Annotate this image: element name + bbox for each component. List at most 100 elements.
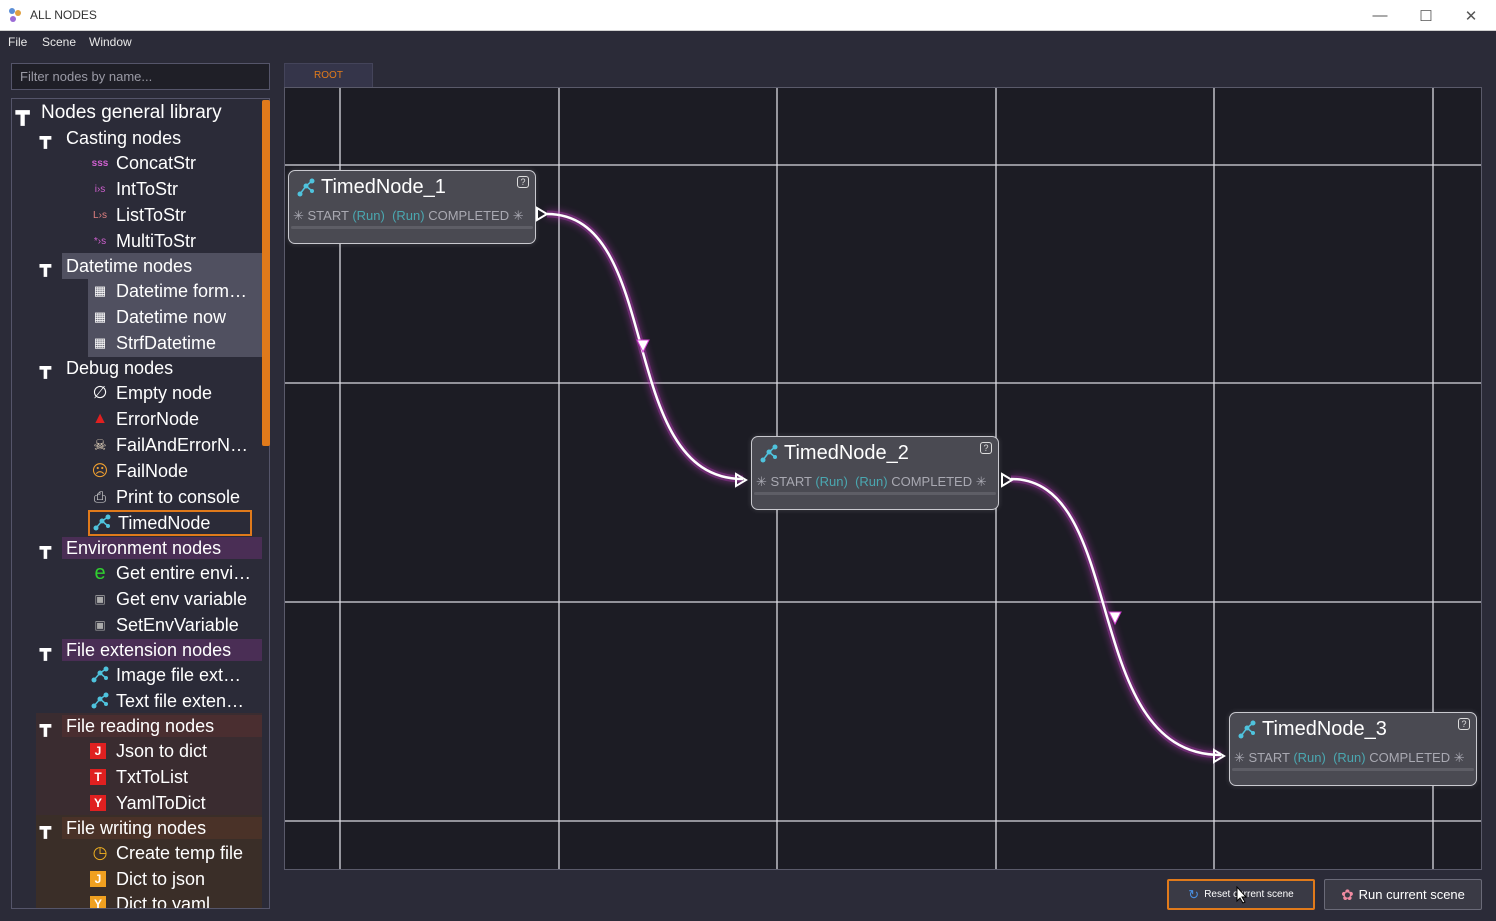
y-icon: Y xyxy=(90,896,106,908)
tree-item-multitostr[interactable]: *›s MultiToStr xyxy=(90,228,196,254)
category-file-writing-nodes[interactable]: ┳ File writing nodes xyxy=(12,815,262,841)
j-icon: J xyxy=(90,871,106,887)
port-completed[interactable]: COMPLETED xyxy=(428,208,509,223)
help-icon[interactable]: ? xyxy=(1458,718,1470,730)
window-title: ALL NODES xyxy=(30,8,97,22)
sss-icon: sss xyxy=(91,157,109,169)
category-label: Datetime nodes xyxy=(66,255,193,276)
item-label: FailNode xyxy=(116,460,189,481)
tree-item-listtostr[interactable]: L›s ListToStr xyxy=(90,202,186,228)
connection-1-to-2[interactable] xyxy=(546,210,744,483)
app-icon xyxy=(9,8,21,22)
input-port-icon[interactable] xyxy=(1212,748,1226,764)
tree-item-yamltodict[interactable]: Y YamlToDict xyxy=(90,790,206,816)
tree-item-dict-to-yaml[interactable]: Y Dict to yaml xyxy=(90,891,210,908)
tree-item-create-temp-file[interactable]: ◷ Create temp file xyxy=(90,840,243,866)
item-label: IntToStr xyxy=(116,178,179,199)
tree-root[interactable]: ┳ Nodes general library xyxy=(12,100,264,126)
tree-branch-icon: ┳ xyxy=(40,639,51,660)
node-graph-icon xyxy=(91,692,109,709)
maximize-button[interactable]: ☐ xyxy=(1403,0,1449,31)
minimize-button[interactable]: — xyxy=(1357,0,1403,31)
sad-face-icon: ☹ xyxy=(91,463,109,480)
port-start[interactable]: START xyxy=(308,208,349,223)
tree-branch-icon: ┳ xyxy=(40,537,51,558)
tree-item-errornode[interactable]: ▲ ErrorNode xyxy=(90,406,199,432)
category-casting-nodes[interactable]: ┳ Casting nodes xyxy=(12,125,262,151)
node-ports: ✳ START (Run) (Run) COMPLETED ✳ xyxy=(1234,750,1465,765)
tree-item-dict-to-json[interactable]: J Dict to json xyxy=(90,866,205,892)
y-icon: Y xyxy=(90,795,106,811)
tree-item-setenvvariable[interactable]: ▣ SetEnvVariable xyxy=(90,612,239,638)
port-start[interactable]: START xyxy=(1249,750,1290,765)
port-completed[interactable]: COMPLETED xyxy=(1369,750,1450,765)
printer-icon: ⎙ xyxy=(93,488,106,506)
tree-item-image-file-extension[interactable]: Image file ext… xyxy=(90,662,241,688)
tree-item-print-to-console[interactable]: ⎙ Print to console xyxy=(90,484,240,510)
tree-item-concatstr[interactable]: sss ConcatStr xyxy=(90,150,196,176)
category-label: File reading nodes xyxy=(66,715,215,736)
menu-scene[interactable]: Scene xyxy=(42,35,76,49)
run-scene-button[interactable]: ✿ Run current scene xyxy=(1324,879,1482,910)
category-environment-nodes[interactable]: ┳ Environment nodes xyxy=(12,535,262,561)
tree-item-txttolist[interactable]: T TxtToList xyxy=(90,764,188,790)
connection-2-to-3[interactable] xyxy=(1010,475,1222,759)
help-icon[interactable]: ? xyxy=(517,176,529,188)
node-filter-input[interactable] xyxy=(11,63,270,90)
node-ports: ✳ START (Run) (Run) COMPLETED ✳ xyxy=(293,208,524,223)
tree-item-get-entire-environment[interactable]: e Get entire envi… xyxy=(90,560,251,586)
scene-canvas[interactable]: TimedNode_1 ? ✳ START (Run) (Run) COMPLE… xyxy=(284,87,1482,870)
scene-node-timednode-2[interactable]: TimedNode_2 ? ✳ START (Run) (Run) COMPLE… xyxy=(735,436,1014,510)
tree-item-timednode[interactable]: TimedNode xyxy=(88,510,252,536)
tree-branch-icon: ┳ xyxy=(40,357,51,378)
port-run-in: (Run) xyxy=(352,208,385,223)
output-port-icon[interactable] xyxy=(535,206,549,222)
scene-node-timednode-3[interactable]: TimedNode_3 ? ✳ START (Run) (Run) COMPLE… xyxy=(1213,712,1477,786)
scene-node-timednode-1[interactable]: TimedNode_1 ? ✳ START (Run) (Run) COMPLE… xyxy=(288,170,549,244)
tree-item-get-env-variable[interactable]: ▣ Get env variable xyxy=(90,586,247,612)
item-label: Datetime form… xyxy=(116,280,248,301)
node-divider xyxy=(291,226,533,229)
tree-item-datetime-format[interactable]: ▦ Datetime form… xyxy=(90,278,247,304)
node-graph-icon xyxy=(760,444,778,463)
t-icon: T xyxy=(90,769,106,785)
port-start[interactable]: START xyxy=(771,474,812,489)
calendar-icon: ▦ xyxy=(93,335,107,350)
node-ports: ✳ START (Run) (Run) COMPLETED ✳ xyxy=(756,474,987,489)
help-icon[interactable]: ? xyxy=(980,442,992,454)
port-run-out: (Run) xyxy=(855,474,888,489)
item-label: SetEnvVariable xyxy=(116,614,239,635)
tree-item-empty-node[interactable]: ∅ Empty node xyxy=(90,380,212,406)
tab-root[interactable]: ROOT xyxy=(284,63,373,87)
tree-item-datetime-now[interactable]: ▦ Datetime now xyxy=(90,304,226,330)
output-port-icon[interactable] xyxy=(1000,472,1014,488)
brain-icon: ✿ xyxy=(1341,886,1354,904)
menu-window[interactable]: Window xyxy=(89,35,132,49)
tree-item-strfdatetime[interactable]: ▦ StrfDatetime xyxy=(90,330,216,356)
item-label: ErrorNode xyxy=(116,408,200,429)
close-button[interactable]: ✕ xyxy=(1448,0,1494,31)
item-label: Datetime now xyxy=(116,306,227,327)
tree-scrollbar[interactable] xyxy=(262,100,270,446)
node-graph-icon xyxy=(297,178,315,197)
port-run-in: (Run) xyxy=(1293,750,1326,765)
item-label: Json to dict xyxy=(116,740,208,761)
calendar-icon: ▦ xyxy=(93,283,107,298)
warning-icon: ▲ xyxy=(92,410,108,427)
category-datetime-nodes[interactable]: ┳ Datetime nodes xyxy=(12,253,262,279)
menu-file[interactable]: File xyxy=(8,35,27,49)
tree-branch-icon: ┳ xyxy=(40,817,51,838)
input-port-icon[interactable] xyxy=(734,472,748,488)
empty-set-icon: ∅ xyxy=(92,383,108,402)
category-label: Debug nodes xyxy=(66,357,174,378)
tree-root-label: Nodes general library xyxy=(41,102,222,123)
port-completed[interactable]: COMPLETED xyxy=(891,474,972,489)
category-file-reading-nodes[interactable]: ┳ File reading nodes xyxy=(12,713,262,739)
category-file-extension-nodes[interactable]: ┳ File extension nodes xyxy=(12,637,262,663)
category-debug-nodes[interactable]: ┳ Debug nodes xyxy=(12,355,262,381)
tree-item-json-to-dict[interactable]: J Json to dict xyxy=(90,738,207,764)
tree-item-inttostr[interactable]: i›s IntToStr xyxy=(90,176,178,202)
tree-item-text-file-extension[interactable]: Text file exten… xyxy=(90,688,244,714)
tree-item-failnode[interactable]: ☹ FailNode xyxy=(90,458,188,484)
tree-item-failanderrornode[interactable]: ☠ FailAndErrorN… xyxy=(90,432,248,458)
